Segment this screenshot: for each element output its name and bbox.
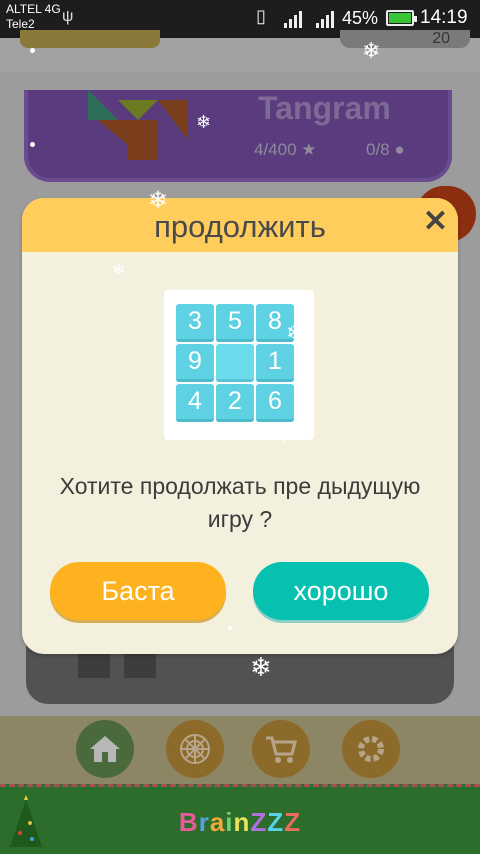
snowflake-icon: ❄ xyxy=(112,262,126,279)
puzzle-tile-empty xyxy=(216,344,254,382)
puzzle-tile: 1 xyxy=(256,344,294,382)
cancel-button[interactable]: Баста xyxy=(50,562,226,620)
snowflake-icon: ❄ xyxy=(148,187,169,214)
battery-icon xyxy=(386,10,417,26)
cart-icon xyxy=(266,736,297,763)
nav-puzzles-button[interactable] xyxy=(166,720,224,778)
coin-counter: 20 xyxy=(340,30,470,48)
snowflake-icon: ❄ xyxy=(362,38,381,63)
medal-icon: ● xyxy=(394,140,405,159)
card-tile xyxy=(78,654,110,678)
brand-letter: a xyxy=(209,807,226,837)
puzzle-tile: 4 xyxy=(176,384,214,422)
tangram-icon xyxy=(88,90,188,160)
clock: 14:19 xyxy=(420,7,468,28)
tangram-title: Tangram xyxy=(258,90,391,126)
puzzle-tile: 5 xyxy=(216,304,254,342)
snowflake-icon: ❄ xyxy=(274,418,296,448)
dialog-header: продолжить ✕ xyxy=(22,198,458,252)
nav-settings-button[interactable] xyxy=(342,720,400,778)
signal-icon xyxy=(284,8,302,28)
nav-shop-button[interactable] xyxy=(252,720,310,778)
battery-percent: 45% xyxy=(342,8,379,28)
snow-dot xyxy=(30,142,35,147)
carrier-secondary: Tele2 xyxy=(6,17,35,31)
brand-letter: Z xyxy=(250,807,268,837)
coin-count: 20 xyxy=(432,30,450,47)
puzzle-tile: 2 xyxy=(216,384,254,422)
brand-letter: n xyxy=(233,807,251,837)
home-icon xyxy=(90,736,120,762)
brand-letter: r xyxy=(198,807,210,837)
snow-dot xyxy=(30,48,35,53)
puzzle-tile: 6 xyxy=(256,384,294,422)
ok-button[interactable]: хорошо xyxy=(253,562,429,620)
close-icon[interactable]: ✕ xyxy=(423,204,448,240)
brand-letter: Z xyxy=(284,807,302,837)
bottom-nav xyxy=(0,716,480,784)
brand-letter: i xyxy=(225,807,234,837)
gear-icon xyxy=(358,736,384,762)
brand-banner: BrainZZZ xyxy=(0,784,480,854)
snowflake-icon: ❄ xyxy=(196,112,212,132)
vibrate-icon: ▯ xyxy=(256,6,266,26)
puzzle-grid: 35891426 xyxy=(176,304,302,422)
dialog-question: Хотите продолжать пре дыдущую игру ? xyxy=(59,473,421,532)
carrier-primary: ALTEL 4G xyxy=(6,2,61,16)
tangram-award-count: 0/8 ● xyxy=(366,140,405,159)
puzzle-tile: 9 xyxy=(176,344,214,382)
continue-dialog: продолжить ✕ 35891426 Хотите продолжать … xyxy=(22,198,458,654)
brand-letter: Z xyxy=(267,807,285,837)
tangram-puzzle-count: 4/400 ★ xyxy=(254,140,317,159)
star-icon: ★ xyxy=(301,140,317,159)
tangram-card[interactable]: Tangram 4/400 ★ 0/8 ● xyxy=(24,90,452,182)
nav-home-button[interactable] xyxy=(76,720,134,778)
spiderweb-icon xyxy=(180,734,210,764)
dialog-title: продолжить xyxy=(154,209,326,244)
puzzle-tile: 3 xyxy=(176,304,214,342)
snowflake-icon: ❄ xyxy=(286,320,305,345)
brand-letter: B xyxy=(178,807,199,837)
snowflake-icon: ❄ xyxy=(250,652,272,682)
usb-icon: ψ xyxy=(62,8,74,25)
card-tile xyxy=(124,654,156,678)
level-badge xyxy=(20,30,160,48)
snow-dot xyxy=(228,626,232,630)
signal-icon xyxy=(316,8,334,28)
brand-logo: BrainZZZ xyxy=(0,807,480,838)
